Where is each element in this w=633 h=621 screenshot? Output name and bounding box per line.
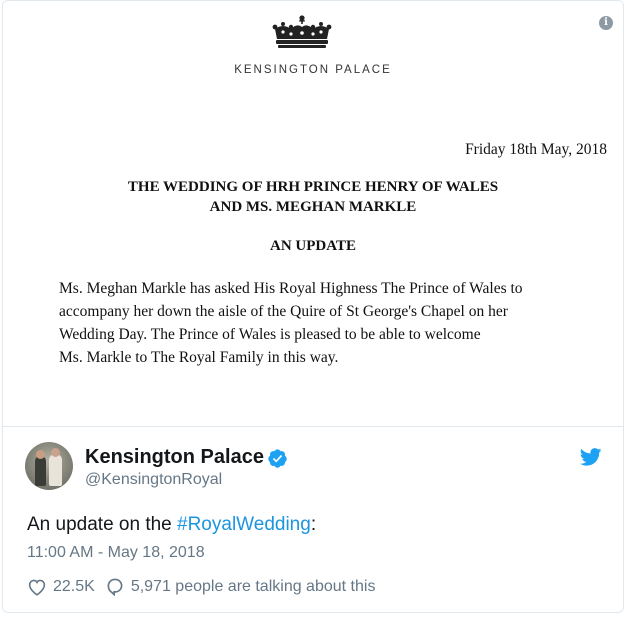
embedded-statement-image[interactable]: i KENSINGTON PALACE Friday 18th May, 201… (3, 1, 623, 427)
verified-badge-icon (268, 449, 287, 468)
crown-icon (272, 15, 332, 48)
hashtag-link[interactable]: #RoyalWedding (177, 514, 311, 535)
speech-bubble-icon[interactable] (105, 577, 125, 596)
info-icon[interactable]: i (599, 16, 613, 30)
like-count[interactable]: 22.5K (53, 578, 95, 596)
tweet-actions: 22.5K 5,971 people are talking about thi… (27, 577, 375, 596)
statement-body: Ms. Meghan Markle has asked His Royal Hi… (59, 277, 599, 369)
heart-icon[interactable] (27, 578, 47, 596)
avatar[interactable] (25, 442, 73, 490)
tweet-timestamp[interactable]: 11:00 AM - May 18, 2018 (27, 544, 205, 562)
statement-heading-line2: AND MS. MEGHAN MARKLE (209, 199, 417, 215)
twitter-bird-icon[interactable] (580, 448, 602, 466)
tweet-text-suffix: : (310, 514, 317, 535)
statement-line: Wedding Day. The Prince of Wales is plea… (59, 326, 481, 343)
tweet-text: An update on the #RoyalWedding: (27, 514, 316, 536)
letterhead-title: KENSINGTON PALACE (234, 64, 392, 76)
statement-subheading: AN UPDATE (270, 238, 356, 254)
statement-date: Friday 18th May, 2018 (465, 141, 607, 158)
statement-line: Ms. Meghan Markle has asked His Royal Hi… (59, 280, 523, 297)
author-handle[interactable]: @KensingtonRoyal (85, 471, 222, 489)
tweet-text-prefix: An update on the (27, 514, 178, 535)
statement-heading-line1: THE WEDDING OF HRH PRINCE HENRY OF WALES (127, 179, 499, 195)
talking-count[interactable]: 5,971 people are talking about this (131, 578, 376, 596)
statement-line: accompany her down the aisle of the Quir… (59, 303, 508, 320)
tweet-card: i KENSINGTON PALACE Friday 18th May, 201… (2, 0, 624, 613)
statement-line: Ms. Markle to The Royal Family in this w… (59, 349, 339, 366)
author-name[interactable]: Kensington Palace (85, 446, 264, 469)
